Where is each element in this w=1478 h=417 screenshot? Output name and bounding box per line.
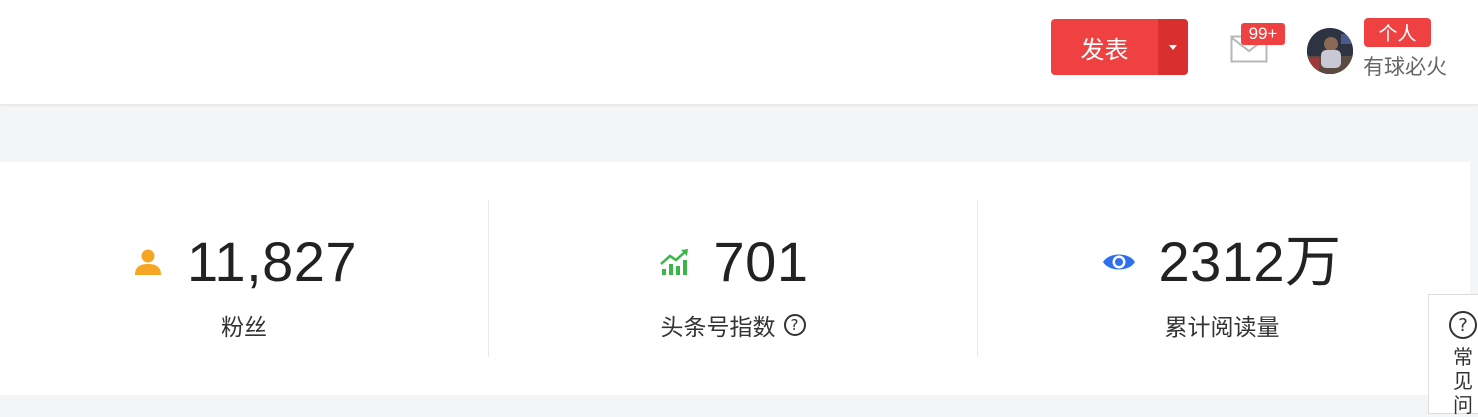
publish-button-group: 发表 (1051, 19, 1188, 75)
account-type-badge: 个人 (1364, 18, 1431, 47)
chevron-down-icon (1169, 44, 1177, 50)
eye-icon (1102, 245, 1136, 279)
avatar[interactable] (1307, 28, 1353, 74)
publish-button[interactable]: 发表 (1051, 19, 1158, 75)
account-index-label: 头条号指数 (660, 315, 776, 341)
help-icon[interactable]: ? (783, 314, 806, 336)
account-index-value: 701 (713, 230, 809, 293)
followers-label: 粉丝 (221, 315, 267, 341)
publish-dropdown-toggle[interactable] (1158, 19, 1188, 75)
trend-up-icon (658, 245, 692, 279)
faq-side-tab[interactable]: ? 常见问 (1428, 294, 1478, 417)
top-navigation-bar: 发表 99+ 个人 有球必火 (0, 0, 1478, 105)
stat-followers: 11,827 粉丝 (0, 162, 488, 395)
followers-count: 11,827 (186, 230, 358, 293)
total-reads-label: 累计阅读量 (1164, 315, 1280, 341)
stat-total-reads: 2312万 累计阅读量 (978, 162, 1466, 395)
username-label[interactable]: 有球必火 (1363, 51, 1447, 81)
stat-account-index: 701 头条号指数 ? (489, 162, 977, 395)
total-reads-value: 2312万 (1158, 230, 1342, 293)
question-icon: ? (1449, 311, 1477, 339)
avatar-image (1307, 28, 1353, 74)
unread-count-badge: 99+ (1241, 23, 1285, 45)
faq-label: 常见问 (1453, 345, 1473, 417)
stats-card: 11,827 粉丝 701 头条号指数 ? 2312万 累计阅读量 (0, 162, 1470, 395)
user-icon (131, 245, 165, 279)
